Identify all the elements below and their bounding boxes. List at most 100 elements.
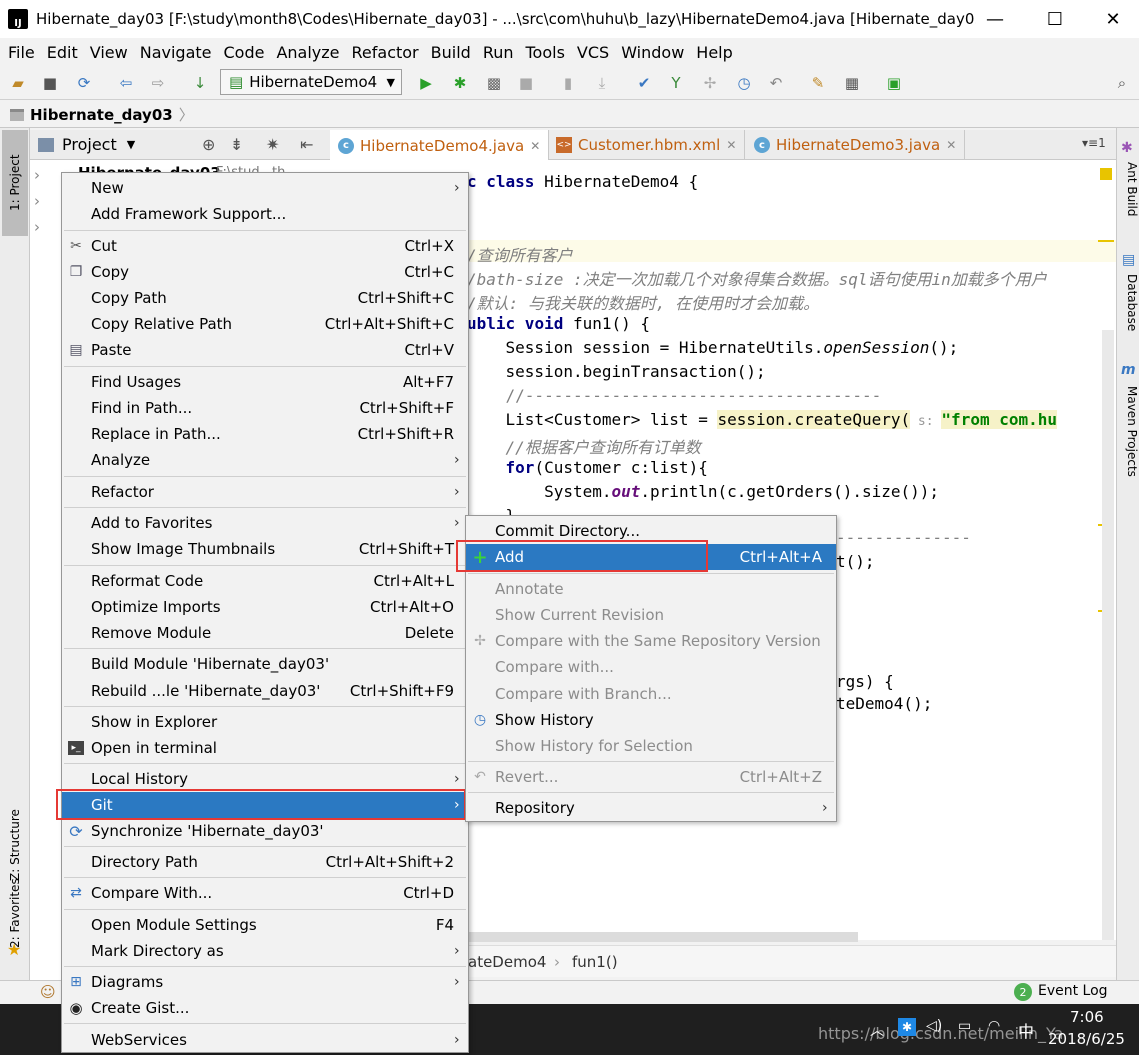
close-button[interactable]: ✕	[1088, 0, 1138, 38]
stop-icon[interactable]: ■	[516, 73, 536, 93]
menu-item-compare-with-branch[interactable]: Compare with Branch...	[466, 681, 836, 707]
menu-item-optimize-imports[interactable]: Optimize Imports Ctrl+Alt+O	[62, 594, 468, 620]
menu-item-directory-path[interactable]: Directory Path Ctrl+Alt+Shift+2	[62, 849, 468, 875]
debug-icon[interactable]: ✱	[450, 73, 470, 93]
menu-tools[interactable]: Tools	[520, 43, 571, 62]
menu-item-open-module-settings[interactable]: Open Module Settings F4	[62, 912, 468, 938]
project-structure-icon[interactable]: ▦	[842, 73, 862, 93]
menu-item-copy-relative-path[interactable]: Copy Relative Path Ctrl+Alt+Shift+C	[62, 311, 468, 337]
menu-item-refactor[interactable]: Refactor ›	[62, 479, 468, 505]
menu-item-create-gist[interactable]: ◉ Create Gist...	[62, 995, 468, 1021]
menu-file[interactable]: File	[2, 43, 41, 62]
menu-item-mark-directory-as[interactable]: Mark Directory as ›	[62, 938, 468, 964]
tab-customer-hbm[interactable]: <> Customer.hbm.xml ✕	[548, 130, 746, 160]
menu-edit[interactable]: Edit	[41, 43, 84, 62]
menu-item-show-in-explorer[interactable]: Show in Explorer	[62, 709, 468, 735]
menu-item-open-in-terminal[interactable]: ▸_ Open in terminal	[62, 735, 468, 761]
menu-view[interactable]: View	[84, 43, 134, 62]
project-panel-title[interactable]: Project	[62, 135, 117, 154]
collapse-icon[interactable]: ⇟	[230, 135, 243, 154]
close-icon[interactable]: ✕	[946, 138, 956, 152]
close-icon[interactable]: ✕	[530, 139, 540, 153]
tab-hibernatedemo3[interactable]: c HibernateDemo3.java ✕	[746, 130, 966, 160]
menu-window[interactable]: Window	[615, 43, 690, 62]
menu-item-rebuild-module[interactable]: Rebuild ...le 'Hibernate_day03' Ctrl+Shif…	[62, 678, 468, 704]
bluetooth-icon[interactable]: ✱	[898, 1018, 916, 1036]
menu-item-webservices[interactable]: WebServices ›	[62, 1027, 468, 1053]
run-icon[interactable]: ▶	[416, 73, 436, 93]
menu-item-compare-with[interactable]: ⇄ Compare With... Ctrl+D	[62, 880, 468, 906]
clock-time[interactable]: 7:06	[1070, 1008, 1104, 1026]
vcs-update-icon[interactable]: ▮	[558, 73, 578, 93]
chevron-right-icon[interactable]: ›	[34, 166, 40, 184]
status-widget-icon[interactable]: ☺	[40, 983, 56, 1001]
menu-item-repository[interactable]: Repository ›	[466, 795, 836, 821]
menu-item-copy-path[interactable]: Copy Path Ctrl+Shift+C	[62, 285, 468, 311]
menu-item-show-current-revision[interactable]: Show Current Revision	[466, 602, 836, 628]
search-everywhere-icon[interactable]: ⌕	[1112, 73, 1132, 93]
menu-item-replace-in-path[interactable]: Replace in Path... Ctrl+Shift+R	[62, 421, 468, 447]
coverage-icon[interactable]: ▩	[484, 73, 504, 93]
tool-tab-ant-build[interactable]: Ant Build	[1119, 162, 1139, 242]
tab-list-icon[interactable]: ▾≡1	[1082, 136, 1106, 150]
menu-vcs[interactable]: VCS	[571, 43, 615, 62]
clock-date[interactable]: 2018/6/25	[1048, 1030, 1125, 1048]
settings-wrench-icon[interactable]: ✎	[808, 73, 828, 93]
gear-icon[interactable]: ✷	[266, 135, 279, 154]
menu-item-show-image-thumbnails[interactable]: Show Image Thumbnails Ctrl+Shift+T	[62, 536, 468, 562]
menu-item-cut[interactable]: ✂ Cut Ctrl+X	[62, 233, 468, 259]
tool-tab-project[interactable]: 1: Project	[2, 130, 28, 236]
battery-icon[interactable]: ▭	[958, 1018, 971, 1034]
vcs-branch-icon[interactable]: Y	[666, 73, 686, 93]
wifi-icon[interactable]: ◠	[988, 1018, 1000, 1034]
chevron-right-icon[interactable]: ›	[34, 192, 40, 210]
menu-item-find-in-path[interactable]: Find in Path... Ctrl+Shift+F	[62, 395, 468, 421]
menu-item-remove-module[interactable]: Remove Module Delete	[62, 620, 468, 646]
ime-indicator[interactable]: 中	[1018, 1018, 1034, 1042]
run-configuration-select[interactable]: ▤ HibernateDemo4 ▼	[220, 69, 402, 95]
menu-item-compare-with[interactable]: Compare with...	[466, 654, 836, 680]
tool-tab-maven[interactable]: Maven Projects	[1119, 386, 1139, 506]
menu-navigate[interactable]: Navigate	[134, 43, 218, 62]
chevron-up-icon[interactable]: ︿	[870, 1020, 884, 1040]
tool-tab-database[interactable]: Database	[1119, 274, 1139, 354]
vcs-revert-icon[interactable]: ↶	[766, 73, 786, 93]
menu-item-reformat-code[interactable]: Reformat Code Ctrl+Alt+L	[62, 568, 468, 594]
menu-item-analyze[interactable]: Analyze ›	[62, 447, 468, 473]
menu-item-copy[interactable]: ❐ Copy Ctrl+C	[62, 259, 468, 285]
build-icon[interactable]: ↓	[190, 73, 210, 93]
menu-item-add-to-favorites[interactable]: Add to Favorites ›	[62, 510, 468, 536]
menu-code[interactable]: Code	[218, 43, 271, 62]
chevron-right-icon[interactable]: ›	[34, 218, 40, 236]
forward-arrow-icon[interactable]: ⇨	[148, 73, 168, 93]
menu-item-new[interactable]: New ›	[62, 175, 468, 201]
menu-item-find-usages[interactable]: Find Usages Alt+F7	[62, 369, 468, 395]
event-log-button[interactable]: Event Log	[1038, 983, 1108, 999]
menu-item-paste[interactable]: ▤ Paste Ctrl+V	[62, 337, 468, 363]
menu-run[interactable]: Run	[477, 43, 520, 62]
menu-item-show-history-for-selection[interactable]: Show History for Selection	[466, 733, 836, 759]
menu-build[interactable]: Build	[425, 43, 477, 62]
minimize-button[interactable]: —	[970, 0, 1020, 38]
menu-item-synchronize[interactable]: ⟳ Synchronize 'Hibernate_day03'	[62, 818, 468, 844]
menu-item-annotate[interactable]: Annotate	[466, 576, 836, 602]
back-arrow-icon[interactable]: ⇦	[116, 73, 136, 93]
breadcrumb-class[interactable]: ateDemo4	[468, 953, 546, 971]
close-icon[interactable]: ✕	[726, 138, 736, 152]
menu-item-build-module[interactable]: Build Module 'Hibernate_day03'	[62, 651, 468, 677]
tab-hibernatedemo4[interactable]: c HibernateDemo4.java ✕	[330, 130, 550, 161]
maximize-button[interactable]: ☐	[1030, 0, 1080, 38]
vcs-push-icon[interactable]: ⤓	[592, 73, 612, 93]
vcs-history-icon[interactable]: ◷	[734, 73, 754, 93]
vcs-commit-icon[interactable]: ✔	[634, 73, 654, 93]
chevron-down-icon[interactable]: ▼	[127, 138, 135, 151]
menu-analyze[interactable]: Analyze	[270, 43, 345, 62]
menu-item-diagrams[interactable]: ⊞ Diagrams ›	[62, 969, 468, 995]
breadcrumb-project[interactable]: Hibernate_day03	[30, 106, 173, 124]
breadcrumb-method[interactable]: fun1()	[572, 953, 618, 971]
menu-help[interactable]: Help	[690, 43, 738, 62]
hide-panel-icon[interactable]: ⇤	[300, 135, 313, 154]
vcs-compare-icon[interactable]: ✢	[700, 73, 720, 93]
volume-icon[interactable]: ◁)	[926, 1018, 942, 1034]
menu-item-revert[interactable]: ↶ Revert... Ctrl+Alt+Z	[466, 764, 836, 790]
